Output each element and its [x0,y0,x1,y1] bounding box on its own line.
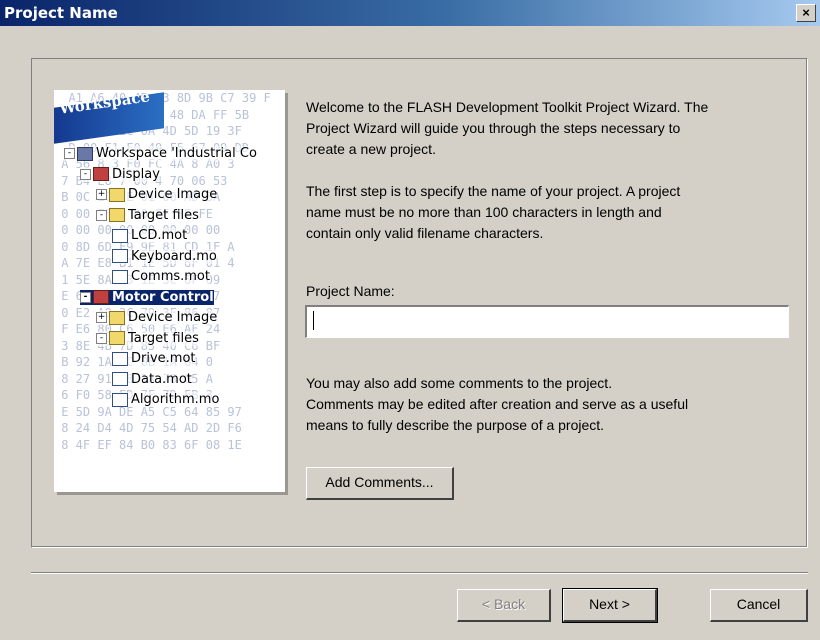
collapse-icon: - [96,209,107,221]
collapse-icon: - [96,332,107,344]
close-icon: × [802,5,810,20]
comments-text: You may also add some comments to the pr… [306,373,786,436]
collapse-icon: - [64,148,75,159]
add-comments-button[interactable]: Add Comments... [306,467,454,500]
tree-item: Drive.mot [112,351,196,366]
tree-item: Comms.mot [112,269,210,284]
folder-icon [109,310,125,325]
intro-text: Welcome to the FLASH Development Toolkit… [306,97,786,160]
tree-item-label: LCD.mot [131,228,188,243]
workspace-icon [77,146,93,161]
intro-line: Welcome to the FLASH Development Toolkit… [306,99,709,115]
tree-item: + Device Image [96,310,218,325]
file-icon [112,372,128,386]
file-icon [112,269,128,284]
collapse-icon: - [80,291,91,303]
folder-icon [109,187,125,202]
workspace-illustration: A1 A6 40 4B B3 8D 9B C7 39 F B 61 8 C9 3… [54,90,285,492]
intro-line: create a new project. [306,141,436,157]
tree-item: - Display [80,166,160,182]
tree-item: LCD.mot [112,228,188,243]
tree-item: - Target files [96,330,199,346]
step-line: name must be no more than 100 characters… [306,204,662,220]
tree-item: Keyboard.mo [112,248,217,264]
comments-line: means to fully describe the purpose of a… [306,417,605,433]
text-cursor [313,311,314,330]
tree-item-label: Workspace 'Industrial Co [96,146,257,161]
tree-item-label: Keyboard.mo [131,248,217,264]
file-icon [112,249,128,263]
tree-item: - Motor Control [80,289,214,305]
tree-item-label: Device Image [128,187,218,202]
tree-item-label: Drive.mot [131,351,196,366]
tree-item-label: Target files [128,330,199,346]
folder-icon [109,208,125,222]
tree-item-label: Motor Control [112,289,214,305]
back-button[interactable]: < Back [457,589,551,622]
file-icon [112,228,128,243]
comments-line: Comments may be edited after creation an… [306,396,689,412]
project-icon [93,167,109,181]
tree-item: Algorithm.mo [112,392,220,407]
next-button[interactable]: Next > [562,588,658,623]
step-line: The first step is to specify the name of… [306,183,681,199]
close-button[interactable]: × [796,4,816,22]
file-icon [112,351,128,366]
tree-item-label: Display [112,166,160,182]
tree-item: - Workspace 'Industrial Co [64,146,257,161]
tree-item-label: Algorithm.mo [131,392,220,407]
collapse-icon: - [80,168,91,180]
expand-icon: + [96,189,107,200]
tree-item: Data.mot [112,371,192,387]
tree-item-label: Target files [128,207,199,223]
cancel-button[interactable]: Cancel [710,589,808,622]
tree-item-label: Comms.mot [131,269,210,284]
tree-item: - Target files [96,207,199,223]
expand-icon: + [96,312,107,323]
project-icon [93,290,109,304]
separator [31,572,808,574]
file-icon [112,392,128,407]
title-bar: Project Name × [0,0,820,26]
comments-line: You may also add some comments to the pr… [306,375,613,391]
window-title: Project Name [4,4,118,22]
step-text: The first step is to specify the name of… [306,181,786,244]
project-name-label: Project Name: [306,283,395,299]
step-line: contain only valid filename characters. [306,225,544,241]
project-name-input[interactable] [305,305,789,338]
tree-item-label: Device Image [128,310,218,325]
intro-line: Project Wizard will guide you through th… [306,120,681,136]
folder-icon [109,331,125,345]
tree-item-label: Data.mot [131,371,192,387]
tree-item: + Device Image [96,187,218,202]
